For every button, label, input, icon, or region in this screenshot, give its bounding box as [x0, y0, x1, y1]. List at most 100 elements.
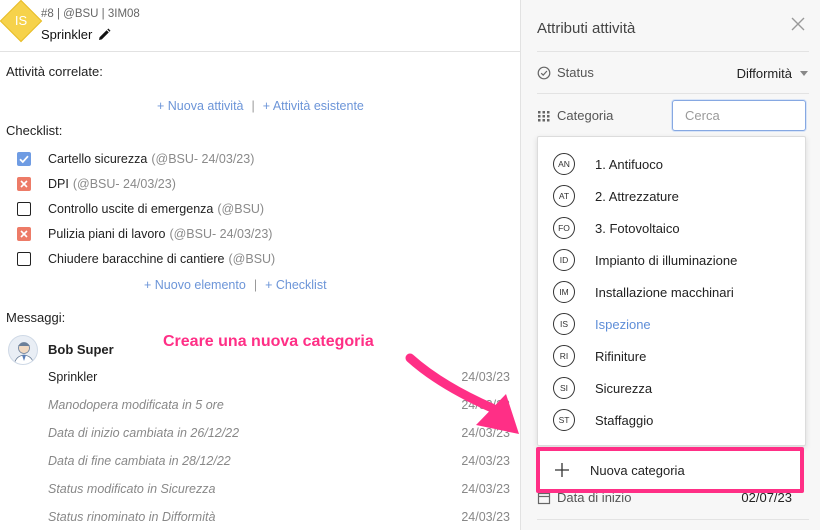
failed-checkbox[interactable] [17, 227, 31, 241]
category-option[interactable]: AN 1. Antifuoco [553, 153, 663, 175]
message-author: Bob Super [48, 342, 114, 357]
status-attribute: Status [537, 65, 594, 80]
category-option-label: Installazione macchinari [595, 284, 734, 300]
message-row: Data di inizio cambiata in 26/12/22 24/0… [48, 426, 510, 440]
category-option-label: Sicurezza [595, 380, 653, 396]
checklist-item-meta: (@BSU) [228, 252, 276, 266]
author-avatar [8, 335, 38, 365]
message-text: Data di fine cambiata in 28/12/22 [48, 454, 231, 468]
category-badge: FO [553, 217, 575, 239]
checklist-item[interactable]: Pulizia piani di lavoro (@BSU- 24/03/23) [17, 227, 272, 241]
task-header: IS #8 | @BSU | 3IM08 Sprinkler [0, 0, 520, 52]
new-item-link[interactable]: + Nuovo elemento [144, 278, 246, 292]
new-category-label: Nuova categoria [590, 462, 685, 478]
category-badge: IM [553, 281, 575, 303]
category-option[interactable]: RI Rifiniture [553, 345, 646, 367]
checklist-item-text: Controllo uscite di emergenza [48, 202, 214, 216]
checklist-item-meta: (@BSU- 24/03/23) [169, 227, 273, 241]
category-badge: AN [553, 153, 575, 175]
message-row: Status rinominato in Difformità 24/03/23 [48, 510, 510, 524]
status-label: Status [557, 65, 594, 80]
panel-divider [537, 51, 809, 52]
category-option-label: Impianto di illuminazione [595, 252, 738, 268]
messages-label: Messaggi: [6, 310, 66, 325]
category-attribute: Categoria [537, 108, 613, 123]
unchecked-checkbox[interactable] [17, 252, 31, 266]
cross-icon [20, 230, 28, 238]
checklist-item-text: Cartello sicurezza [48, 152, 148, 166]
checkmark-icon [19, 155, 29, 164]
close-icon[interactable] [791, 17, 805, 31]
new-activity-link[interactable]: + Nuova attività [157, 99, 244, 113]
message-text: Manodopera modificata in 5 ore [48, 398, 224, 412]
task-detail-pane: IS #8 | @BSU | 3IM08 Sprinkler Attività … [0, 0, 520, 530]
message-date: 24/03/23 [461, 454, 510, 468]
message-text: Status rinominato in Difformità [48, 510, 216, 524]
status-select[interactable]: Difformità [737, 66, 808, 81]
category-option[interactable]: ID Impianto di illuminazione [553, 249, 737, 271]
status-value: Difformità [736, 66, 792, 81]
user-avatar-icon [13, 342, 35, 364]
category-option[interactable]: AT 2. Attrezzature [553, 185, 679, 207]
link-separator: | [251, 99, 255, 113]
message-date: 24/03/23 [461, 398, 510, 412]
category-option-label: Staffaggio [595, 412, 654, 428]
plus-icon [555, 463, 569, 477]
category-option-label: Ispezione [595, 316, 651, 332]
checklist-item[interactable]: DPI (@BSU- 24/03/23) [17, 177, 176, 191]
checklist-item-meta: (@BSU- 24/03/23) [151, 152, 255, 166]
new-category-button[interactable]: Nuova categoria [536, 447, 804, 493]
category-dropdown: AN 1. Antifuoco AT 2. Attrezzature FO 3.… [537, 136, 806, 446]
message-date: 24/03/23 [461, 510, 510, 524]
category-option-label: 1. Antifuoco [595, 156, 663, 172]
checklist-item[interactable]: Cartello sicurezza (@BSU- 24/03/23) [17, 152, 254, 166]
existing-activity-link[interactable]: + Attività esistente [263, 99, 364, 113]
pencil-icon[interactable] [97, 28, 111, 42]
category-badge: ID [553, 249, 575, 271]
add-checklist-link[interactable]: + Checklist [265, 278, 326, 292]
message-row: Data di fine cambiata in 28/12/22 24/03/… [48, 454, 510, 468]
category-option-selected[interactable]: IS Ispezione [553, 313, 651, 335]
message-text: Sprinkler [48, 370, 98, 384]
category-option[interactable]: SI Sicurezza [553, 377, 652, 399]
category-search-box[interactable] [672, 100, 806, 131]
checklist-item-meta: (@BSU- 24/03/23) [72, 177, 176, 191]
chevron-down-icon [800, 71, 808, 76]
message-text: Status modificato in Sicurezza [48, 482, 216, 496]
panel-divider [537, 519, 809, 520]
panel-divider [537, 93, 809, 94]
category-badge: ST [553, 409, 575, 431]
message-date: 24/03/23 [461, 370, 510, 384]
checklist-item-meta: (@BSU) [217, 202, 265, 216]
checklist-item-text: Pulizia piani di lavoro [48, 227, 166, 241]
unchecked-checkbox[interactable] [17, 202, 31, 216]
checked-checkbox[interactable] [17, 152, 31, 166]
category-option[interactable]: IM Installazione macchinari [553, 281, 734, 303]
category-option-label: Rifiniture [595, 348, 647, 364]
failed-checkbox[interactable] [17, 177, 31, 191]
cross-icon [20, 180, 28, 188]
task-title-row: Sprinkler [41, 27, 111, 42]
category-option[interactable]: FO 3. Fotovoltaico [553, 217, 680, 239]
related-links: + Nuova attività | + Attività esistente [157, 99, 364, 113]
task-title: Sprinkler [41, 27, 93, 42]
category-option-label: 3. Fotovoltaico [595, 220, 680, 236]
category-badge: RI [553, 345, 575, 367]
checklist-item[interactable]: Chiudere baracchine di cantiere (@BSU) [17, 252, 275, 266]
category-search-input[interactable] [673, 101, 805, 130]
message-text: Data di inizio cambiata in 26/12/22 [48, 426, 240, 440]
category-badge: SI [553, 377, 575, 399]
category-option[interactable]: ST Staffaggio [553, 409, 653, 431]
checklist-item-text: Chiudere baracchine di cantiere [48, 252, 225, 266]
annotation-callout: Creare una nuova categoria [163, 333, 374, 350]
related-activities-label: Attività correlate: [6, 64, 103, 79]
category-option-label: 2. Attrezzature [595, 188, 679, 204]
task-avatar-initials: IS [14, 13, 28, 28]
grid-icon [538, 110, 550, 121]
message-date: 24/03/23 [461, 426, 510, 440]
check-circle-icon [537, 66, 551, 79]
message-date: 24/03/23 [461, 482, 510, 496]
checklist-item[interactable]: Controllo uscite di emergenza (@BSU) [17, 202, 264, 216]
message-row: Manodopera modificata in 5 ore 24/03/23 [48, 398, 510, 412]
message-row: Status modificato in Sicurezza 24/03/23 [48, 482, 510, 496]
